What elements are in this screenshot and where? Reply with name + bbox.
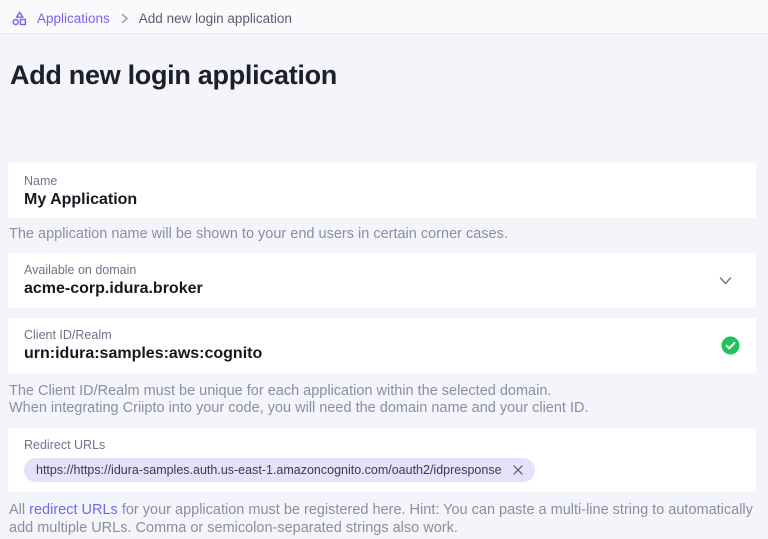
redirect-url-chip: https://https://idura-samples.auth.us-ea…	[24, 458, 535, 483]
client-id-field-card[interactable]: Client ID/Realm	[8, 317, 756, 373]
name-help-text: The application name will be shown to yo…	[9, 226, 508, 242]
redirect-urls-help-text: All redirect URLs for your application m…	[9, 502, 754, 537]
client-id-help-line2: When integrating Criipto into your code,…	[9, 400, 589, 417]
name-field-card[interactable]: Name	[8, 163, 756, 218]
name-field: Name	[24, 174, 740, 209]
client-id-label: Client ID/Realm	[24, 328, 112, 343]
add-application-form: Name The application name will be shown …	[0, 163, 768, 537]
chevron-right-icon	[119, 13, 130, 24]
redirect-urls-link[interactable]: redirect URLs	[29, 502, 118, 518]
redirect-urls-chip-list: https://https://idura-samples.auth.us-ea…	[24, 458, 740, 483]
chevron-down-icon[interactable]	[711, 270, 740, 291]
breadcrumb-current: Add new login application	[138, 10, 292, 26]
name-label: Name	[24, 173, 58, 188]
domain-value: acme-corp.idura.broker	[24, 280, 203, 298]
client-id-field: Client ID/Realm	[24, 328, 709, 364]
redirect-urls-help-prefix: All	[9, 502, 30, 519]
check-circle-icon	[721, 336, 740, 355]
redirect-url-chip-text: https://https://idura-samples.auth.us-ea…	[36, 463, 502, 478]
main-content: Add new login application Name The appli…	[0, 60, 768, 537]
domain-field: Available on domain acme-corp.idura.brok…	[24, 263, 699, 298]
name-input[interactable]	[24, 190, 740, 209]
redirect-urls-field-card[interactable]: Redirect URLs https://https://idura-samp…	[8, 428, 756, 493]
remove-url-icon[interactable]	[512, 464, 524, 476]
redirect-urls-label: Redirect URLs	[24, 438, 106, 453]
client-id-help-text: The Client ID/Realm must be unique for e…	[9, 383, 754, 418]
domain-select[interactable]: Available on domain acme-corp.idura.brok…	[8, 252, 756, 308]
breadcrumb-link-applications[interactable]: Applications	[37, 11, 110, 26]
page-title: Add new login application	[10, 60, 337, 90]
domain-label: Available on domain	[24, 263, 137, 278]
breadcrumb: Applications Add new login application	[0, 0, 768, 34]
redirect-urls-help-suffix: for your application must be registered …	[9, 502, 753, 536]
applications-shapes-icon	[11, 10, 28, 27]
client-id-help-line1: The Client ID/Realm must be unique for e…	[9, 382, 552, 399]
client-id-input[interactable]	[24, 345, 709, 364]
